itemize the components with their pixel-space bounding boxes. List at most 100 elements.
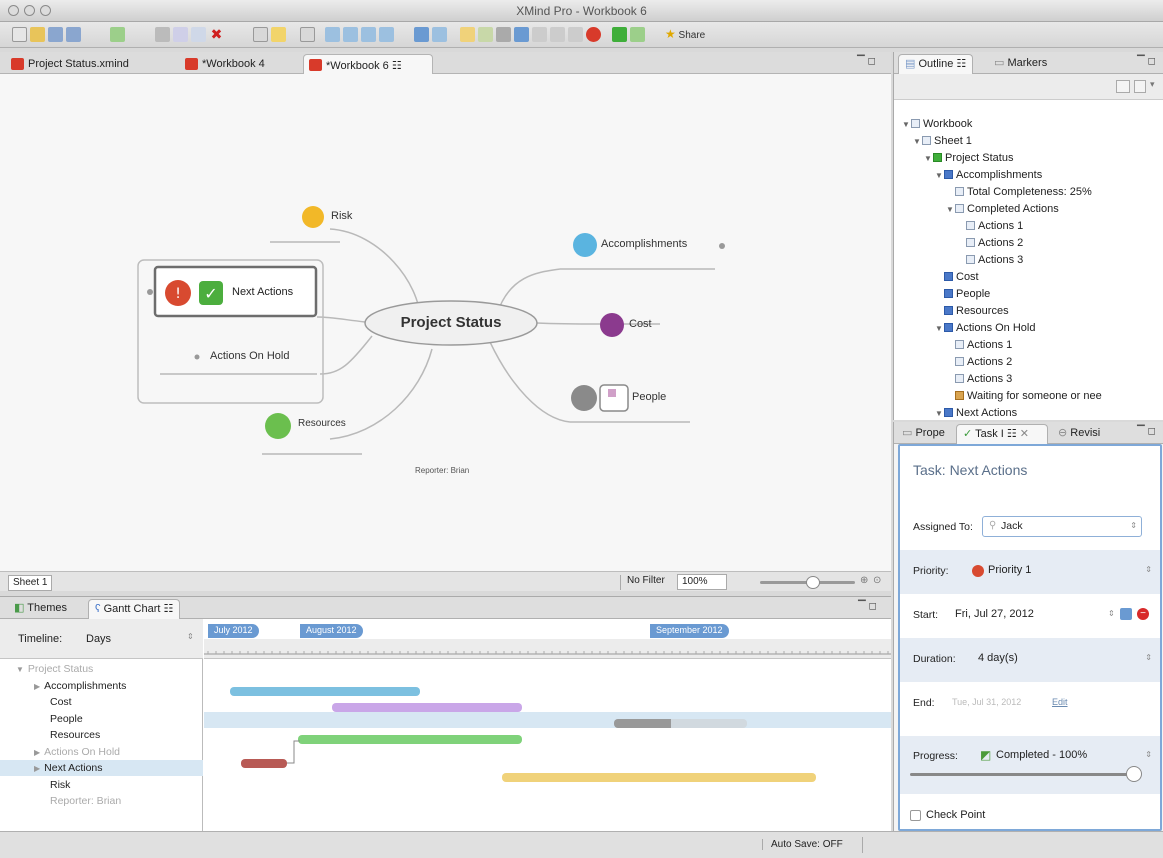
twisty-icon[interactable]: ▼ bbox=[935, 320, 944, 337]
relationship-icon[interactable] bbox=[325, 27, 340, 42]
outline-node[interactable]: ▼ Workbook bbox=[902, 116, 972, 133]
progress-slider-knob[interactable] bbox=[1126, 766, 1142, 782]
priority-stepper-icon[interactable]: ⇕ bbox=[1145, 565, 1152, 574]
paste-icon[interactable] bbox=[191, 27, 206, 42]
tab-markers[interactable]: ▭ Markers bbox=[994, 56, 1047, 69]
gantt-item[interactable]: ▶ Actions On Hold bbox=[0, 744, 203, 760]
gantt-item[interactable]: People bbox=[0, 711, 203, 727]
duration-value[interactable]: 4 day(s) bbox=[978, 652, 1018, 664]
label-icon[interactable] bbox=[478, 27, 493, 42]
timeline-unit[interactable]: Days bbox=[86, 633, 111, 645]
open-icon[interactable] bbox=[30, 27, 45, 42]
drill-down-icon[interactable] bbox=[612, 27, 627, 42]
topic-people[interactable]: People bbox=[632, 391, 666, 403]
assigned-stepper-icon[interactable]: ⇕ bbox=[1130, 521, 1137, 530]
outline-node[interactable]: Actions 1 bbox=[957, 218, 1023, 235]
tab-themes[interactable]: ◧ Themes bbox=[14, 601, 67, 614]
twisty-icon[interactable]: ▼ bbox=[935, 167, 944, 184]
delete-icon[interactable]: ✖ bbox=[209, 27, 224, 42]
gantt-bar-next-actions[interactable] bbox=[241, 759, 287, 768]
timeline-stepper-icon[interactable]: ⇕ bbox=[187, 632, 194, 641]
style-icon[interactable] bbox=[414, 27, 429, 42]
drill-up-icon[interactable] bbox=[630, 27, 645, 42]
outline-node[interactable]: Waiting for someone or nee bbox=[946, 388, 1102, 405]
callout-icon[interactable] bbox=[379, 27, 394, 42]
tab-revisions[interactable]: ⊖ Revisi bbox=[1058, 426, 1100, 439]
image-icon[interactable] bbox=[496, 27, 511, 42]
twisty-icon[interactable]: ▼ bbox=[924, 150, 933, 167]
link-editor-icon[interactable] bbox=[1134, 80, 1146, 93]
outline-node[interactable]: ▼ Sheet 1 bbox=[913, 133, 972, 150]
checkpoint-checkbox[interactable] bbox=[910, 810, 921, 821]
share-button[interactable]: ★ Share bbox=[665, 27, 705, 41]
outline-node[interactable]: ▼ Accomplishments bbox=[935, 167, 1042, 184]
gantt-bar-accomplishments[interactable] bbox=[230, 687, 420, 696]
note-icon[interactable] bbox=[460, 27, 475, 42]
progress-slider-track[interactable] bbox=[910, 773, 1134, 776]
gantt-bar-resources[interactable] bbox=[298, 735, 522, 744]
outline-node[interactable]: Actions 2 bbox=[946, 354, 1012, 371]
assigned-field[interactable]: ⚲ Jack ⇕ bbox=[982, 516, 1142, 537]
copy-icon[interactable] bbox=[173, 27, 188, 42]
tab-properties[interactable]: ▭ Prope bbox=[902, 426, 945, 439]
outline-node[interactable]: ▼ Project Status bbox=[924, 150, 1013, 167]
subtopic-icon[interactable] bbox=[300, 27, 315, 42]
cut-icon[interactable] bbox=[155, 27, 170, 42]
priority-value[interactable]: Priority 1 bbox=[988, 564, 1031, 576]
outline-node[interactable]: Actions 1 bbox=[946, 337, 1012, 354]
clear-date-icon[interactable]: − bbox=[1137, 608, 1149, 620]
gantt-item[interactable]: ▶ Next Actions bbox=[0, 760, 203, 776]
equation-icon[interactable] bbox=[550, 27, 565, 42]
outline-node[interactable]: People bbox=[935, 286, 990, 303]
view-menu-icon[interactable]: ▾ bbox=[1150, 79, 1155, 90]
gantt-item[interactable]: ▼ Project Status bbox=[0, 661, 203, 677]
gantt-item[interactable]: ▶ Accomplishments bbox=[0, 678, 203, 694]
gantt-item[interactable]: Reporter: Brian bbox=[0, 793, 203, 809]
layout-icon[interactable] bbox=[432, 27, 447, 42]
end-edit-link[interactable]: Edit bbox=[1052, 697, 1068, 707]
tab-workbook-4[interactable]: *Workbook 4 bbox=[180, 54, 273, 74]
idea-icon[interactable] bbox=[271, 27, 286, 42]
duration-stepper-icon[interactable]: ⇕ bbox=[1145, 653, 1152, 662]
close-tab-icon[interactable]: ✕ bbox=[1020, 428, 1029, 440]
filter-dropdown[interactable]: No Filter bbox=[620, 575, 671, 590]
autosave-status[interactable]: Auto Save: OFF bbox=[762, 839, 843, 850]
start-value[interactable]: Fri, Jul 27, 2012 bbox=[955, 608, 1034, 620]
tab-project-status[interactable]: Project Status.xmind bbox=[6, 54, 137, 74]
outline-node[interactable]: ▼ Completed Actions bbox=[946, 201, 1059, 218]
sheet-tab[interactable]: Sheet 1 bbox=[8, 575, 53, 591]
undo-icon[interactable] bbox=[110, 27, 125, 42]
outline-node[interactable]: Total Completeness: 25% bbox=[946, 184, 1092, 201]
zoom-slider-knob[interactable] bbox=[806, 576, 820, 589]
record-icon[interactable] bbox=[586, 27, 601, 42]
audio-icon[interactable] bbox=[568, 27, 583, 42]
topic-risk[interactable]: Risk bbox=[331, 210, 352, 222]
twisty-icon[interactable]: ▼ bbox=[935, 405, 944, 420]
save-icon[interactable] bbox=[48, 27, 63, 42]
collapse-all-icon[interactable] bbox=[1116, 80, 1130, 93]
outline-node[interactable]: ▼ Actions On Hold bbox=[935, 320, 1035, 337]
boundary-icon[interactable] bbox=[343, 27, 358, 42]
task-minmax-buttons[interactable]: ▔ ◻ bbox=[1137, 426, 1156, 437]
topic-resources[interactable]: Resources bbox=[298, 418, 346, 429]
tab-workbook-6[interactable]: *Workbook 6 ☷ bbox=[303, 54, 433, 74]
topic-cost[interactable]: Cost bbox=[629, 318, 652, 330]
outline-node[interactable]: Resources bbox=[935, 303, 1009, 320]
attachment-icon[interactable] bbox=[532, 27, 547, 42]
zoom-in-icon[interactable]: ⊕ bbox=[860, 575, 868, 586]
progress-stepper-icon[interactable]: ⇕ bbox=[1145, 750, 1152, 759]
save-all-icon[interactable] bbox=[66, 27, 81, 42]
outline-node[interactable]: Actions 3 bbox=[946, 371, 1012, 388]
hyperlink-icon[interactable] bbox=[514, 27, 529, 42]
topic-icon[interactable] bbox=[253, 27, 268, 42]
tab-task-info[interactable]: ✓ Task I ☷ ✕ bbox=[956, 424, 1048, 444]
topic-actions-on-hold[interactable]: Actions On Hold bbox=[210, 350, 289, 362]
zoom-fit-icon[interactable]: ⊙ bbox=[873, 575, 881, 586]
calendar-icon[interactable] bbox=[1120, 608, 1132, 620]
outline-node[interactable]: Actions 3 bbox=[957, 252, 1023, 269]
gantt-item[interactable]: Resources bbox=[0, 727, 203, 743]
twisty-icon[interactable]: ▶ bbox=[34, 764, 40, 773]
twisty-icon[interactable]: ▶ bbox=[34, 682, 40, 691]
outline-node[interactable]: Cost bbox=[935, 269, 979, 286]
twisty-icon[interactable]: ▼ bbox=[946, 201, 955, 218]
